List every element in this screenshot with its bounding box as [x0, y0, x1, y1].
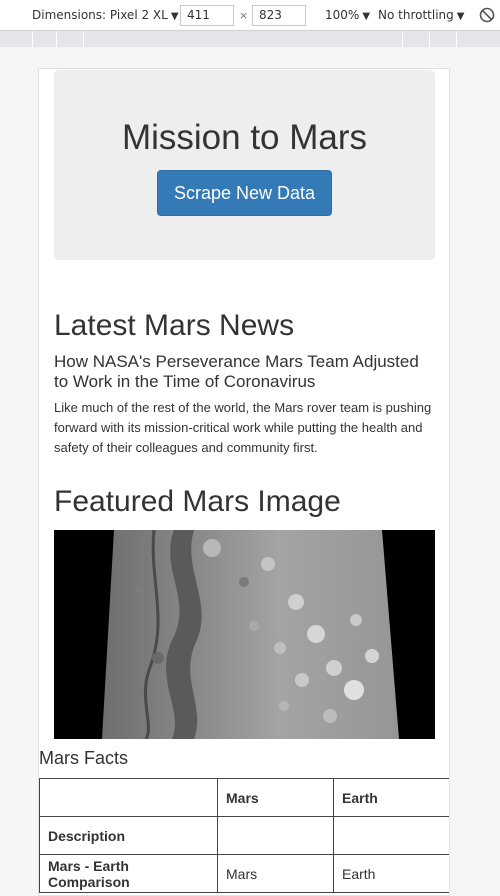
- table-cell: Earth: [333, 854, 449, 893]
- rotate-icon[interactable]: [478, 6, 496, 24]
- device-select[interactable]: Dimensions: Pixel 2 XL ▼: [32, 8, 179, 22]
- throttling-label: No throttling: [378, 8, 454, 22]
- chevron-down-icon: ▼: [456, 11, 465, 22]
- device-viewport: Mission to Mars Scrape New Data Latest M…: [38, 68, 450, 896]
- width-input[interactable]: 411: [180, 5, 234, 26]
- scrape-button[interactable]: Scrape New Data: [157, 170, 332, 216]
- table-cell: [333, 816, 449, 855]
- table-row-label: Mars - Earth Comparison: [39, 854, 218, 893]
- news-teaser: Like much of the rest of the world, the …: [54, 400, 432, 455]
- table-row: Mars - Earth Comparison Mars Earth: [39, 854, 449, 893]
- jumbotron: Mission to Mars Scrape New Data: [54, 70, 435, 260]
- throttling-select[interactable]: No throttling ▼: [378, 8, 464, 22]
- zoom-label: 100%: [325, 8, 360, 22]
- times-separator: ×: [239, 9, 249, 22]
- table-header-row: Mars Earth: [39, 778, 449, 817]
- media-query-ruler: [0, 31, 500, 47]
- table-header-cell: [39, 778, 218, 817]
- table-row-label: Description: [39, 816, 218, 855]
- device-select-label: Dimensions: Pixel 2 XL: [32, 8, 168, 22]
- table-header-cell: Mars: [217, 778, 334, 817]
- mars-surface-image: [102, 530, 399, 739]
- news-heading: Latest Mars News: [54, 309, 295, 342]
- facts-heading: Mars Facts: [39, 748, 129, 768]
- table-row: Description: [39, 816, 449, 855]
- featured-image-heading: Featured Mars Image: [54, 485, 341, 518]
- mars-facts-table: Mars Earth Description Mars - Earth Comp…: [39, 778, 449, 893]
- table-cell: [217, 816, 334, 855]
- chevron-down-icon: ▼: [362, 11, 371, 22]
- zoom-select[interactable]: 100% ▼: [325, 8, 370, 22]
- table-header-cell: Earth: [333, 778, 449, 817]
- height-input[interactable]: 823: [252, 5, 306, 26]
- page-title: Mission to Mars: [121, 118, 368, 157]
- chevron-down-icon: ▼: [170, 11, 179, 22]
- table-cell: Mars: [217, 854, 334, 893]
- device-toolbar: Dimensions: Pixel 2 XL ▼ 411 × 823 100% ▼ …: [0, 0, 500, 31]
- featured-mars-image: [54, 530, 435, 739]
- news-title: How NASA's Perseverance Mars Team Adjust…: [54, 352, 419, 391]
